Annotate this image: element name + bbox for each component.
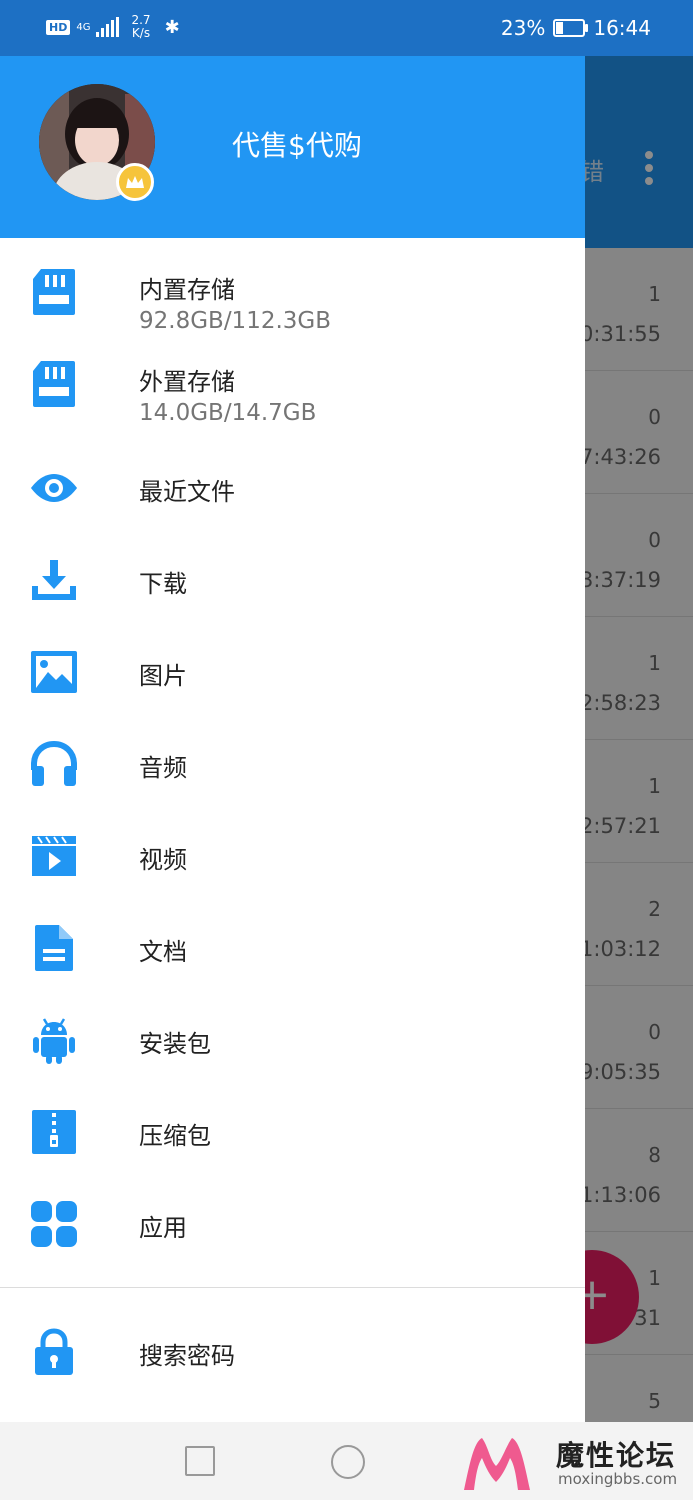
network-type: 4G xyxy=(76,21,91,33)
watermark-title: 魔性论坛 xyxy=(556,1439,677,1472)
menu-item-video[interactable]: 视频 xyxy=(0,810,585,902)
eye-icon xyxy=(28,462,80,514)
download-icon xyxy=(28,554,80,606)
battery-level-fill xyxy=(556,22,563,34)
android-icon xyxy=(28,1014,80,1066)
menu-item-archives[interactable]: 压缩包 xyxy=(0,1086,585,1178)
navigation-drawer: 代售$代购 内置存储 92.8GB/112.3GB 外置存储 14.0GB/14… xyxy=(0,0,585,1422)
drawer-divider xyxy=(0,1287,585,1288)
menu-item-external-storage[interactable]: 外置存储 14.0GB/14.7GB xyxy=(0,338,585,430)
menu-item-label: 最近文件 xyxy=(139,478,235,506)
menu-item-apps[interactable]: 应用 xyxy=(0,1178,585,1270)
menu-item-label: 文档 xyxy=(139,938,187,966)
menu-item-images[interactable]: 图片 xyxy=(0,626,585,718)
battery-icon xyxy=(553,19,589,37)
drawer-username: 代售$代购 xyxy=(232,129,362,162)
drawer-header: 代售$代购 xyxy=(0,56,585,238)
apps-icon xyxy=(28,1198,80,1250)
status-bar: HD 4G 2.7 K/s ✱ 23% 16:44 xyxy=(0,0,693,56)
menu-item-apk-packages[interactable]: 安装包 xyxy=(0,994,585,1086)
video-icon xyxy=(28,830,80,882)
menu-item-search-password[interactable]: 搜索密码 xyxy=(0,1306,585,1398)
menu-item-label: 视频 xyxy=(139,846,187,874)
watermark-url: moxingbbs.com xyxy=(558,1470,678,1488)
zip-icon xyxy=(28,1106,80,1158)
menu-item-recent-files[interactable]: 最近文件 xyxy=(0,442,585,534)
menu-item-label: 图片 xyxy=(139,662,187,690)
bluetooth-icon: ✱ xyxy=(164,16,180,38)
signal-icon xyxy=(96,17,120,37)
network-speed-unit: K/s xyxy=(131,26,151,40)
menu-item-label: 音频 xyxy=(139,754,187,782)
network-speed: 2.7 K/s xyxy=(131,14,150,40)
menu-item-internal-storage[interactable]: 内置存储 92.8GB/112.3GB xyxy=(0,246,585,338)
forum-logo-icon xyxy=(464,1438,530,1490)
menu-item-audio[interactable]: 音频 xyxy=(0,718,585,810)
sd-card-icon xyxy=(28,266,80,318)
menu-item-documents[interactable]: 文档 xyxy=(0,902,585,994)
battery-percent: 23% xyxy=(500,16,546,40)
menu-item-label: 应用 xyxy=(139,1214,187,1242)
menu-item-label: 安装包 xyxy=(139,1030,211,1058)
clock: 16:44 xyxy=(593,16,651,40)
storage-usage: 92.8GB/112.3GB xyxy=(139,308,332,334)
crown-badge-icon xyxy=(116,163,154,201)
headphones-icon xyxy=(28,738,80,790)
lock-icon xyxy=(28,1326,80,1378)
menu-item-label: 压缩包 xyxy=(139,1122,211,1150)
menu-item-label: 下载 xyxy=(139,570,187,598)
image-icon xyxy=(28,646,80,698)
forum-watermark: 魔性论坛 moxingbbs.com xyxy=(460,1432,693,1496)
network-speed-value: 2.7 xyxy=(131,13,151,27)
recents-button[interactable] xyxy=(185,1446,215,1476)
hd-icon: HD xyxy=(46,19,71,35)
storage-usage: 14.0GB/14.7GB xyxy=(139,400,317,426)
document-icon xyxy=(28,922,80,974)
menu-item-downloads[interactable]: 下载 xyxy=(0,534,585,626)
menu-item-label: 内置存储 xyxy=(139,276,235,304)
menu-item-label: 搜索密码 xyxy=(139,1342,235,1370)
home-button[interactable] xyxy=(331,1445,365,1479)
menu-item-label: 外置存储 xyxy=(139,368,235,396)
sd-card-icon xyxy=(28,358,80,410)
